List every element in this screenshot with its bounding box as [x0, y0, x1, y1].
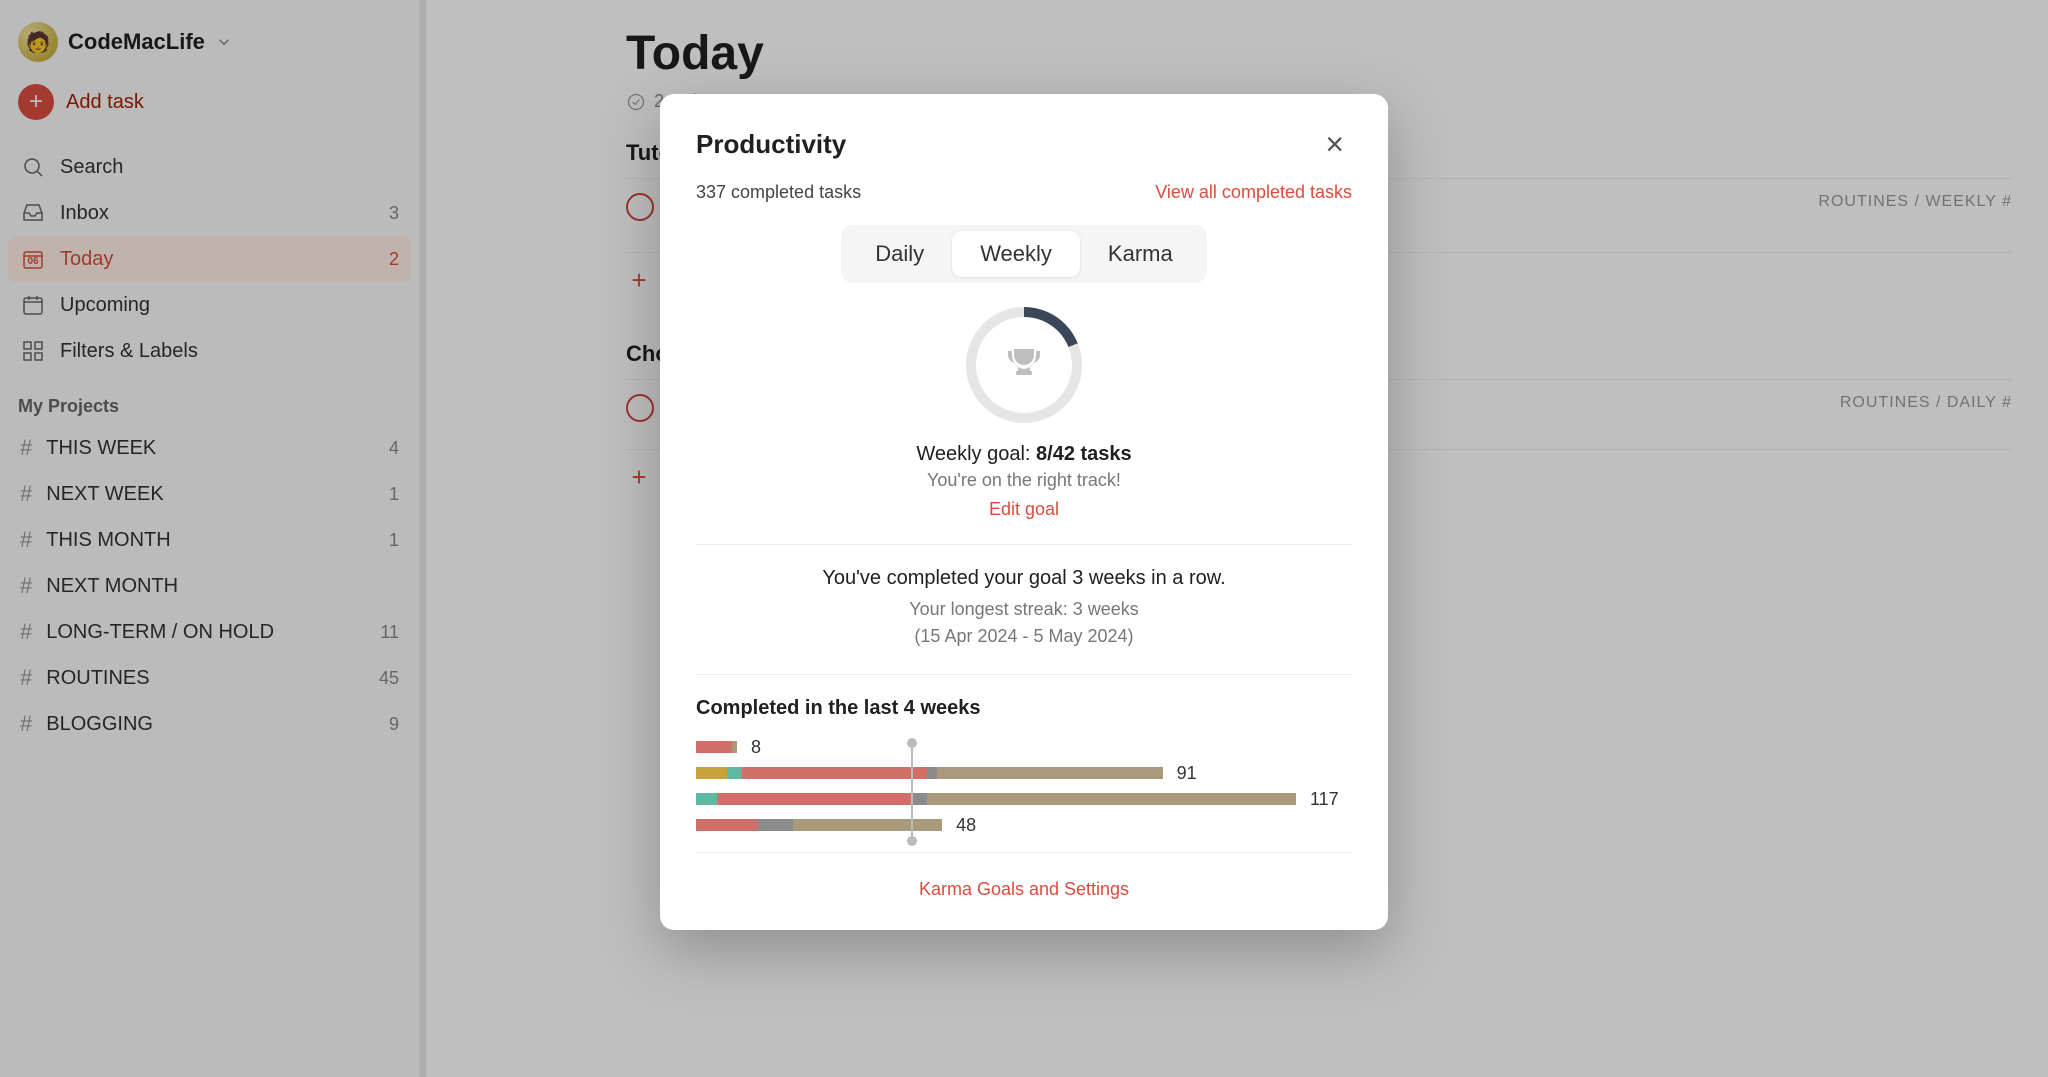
modal-overlay[interactable]: Productivity × 337 completed tasks View …: [0, 0, 2048, 1077]
bar-value: 48: [956, 815, 976, 836]
karma-settings-link[interactable]: Karma Goals and Settings: [696, 852, 1352, 900]
tab-daily[interactable]: Daily: [847, 231, 952, 277]
streak-line: You've completed your goal 3 weeks in a …: [696, 567, 1352, 590]
streak-sub: Your longest streak: 3 weeks (15 Apr 202…: [696, 596, 1352, 650]
productivity-modal: Productivity × 337 completed tasks View …: [660, 94, 1388, 930]
chart-bar: 117: [696, 792, 1352, 806]
goal-line: Weekly goal: 8/42 tasks: [696, 443, 1352, 466]
progress-ring: [966, 307, 1082, 423]
divider: [696, 544, 1352, 545]
trophy-icon: [1000, 341, 1048, 389]
goal-subtitle: You're on the right track!: [696, 470, 1352, 491]
chart-title: Completed in the last 4 weeks: [696, 697, 1352, 720]
chart-bar: 48: [696, 818, 1352, 832]
tab-group: Daily Weekly Karma: [841, 225, 1206, 283]
weekly-chart: 8 91 117 48: [696, 740, 1352, 852]
chart-bar: 91: [696, 766, 1352, 780]
divider: [696, 674, 1352, 675]
bar-value: 8: [751, 737, 761, 758]
tab-karma[interactable]: Karma: [1080, 231, 1201, 277]
tab-weekly[interactable]: Weekly: [952, 231, 1080, 277]
edit-goal-link[interactable]: Edit goal: [696, 499, 1352, 520]
bar-value: 117: [1310, 789, 1339, 810]
chart-bar: 8: [696, 740, 1352, 754]
close-icon[interactable]: ×: [1317, 124, 1352, 164]
view-all-link[interactable]: View all completed tasks: [1155, 182, 1352, 203]
bar-value: 91: [1177, 763, 1197, 784]
completed-count: 337 completed tasks: [696, 182, 861, 203]
modal-title: Productivity: [696, 129, 846, 160]
